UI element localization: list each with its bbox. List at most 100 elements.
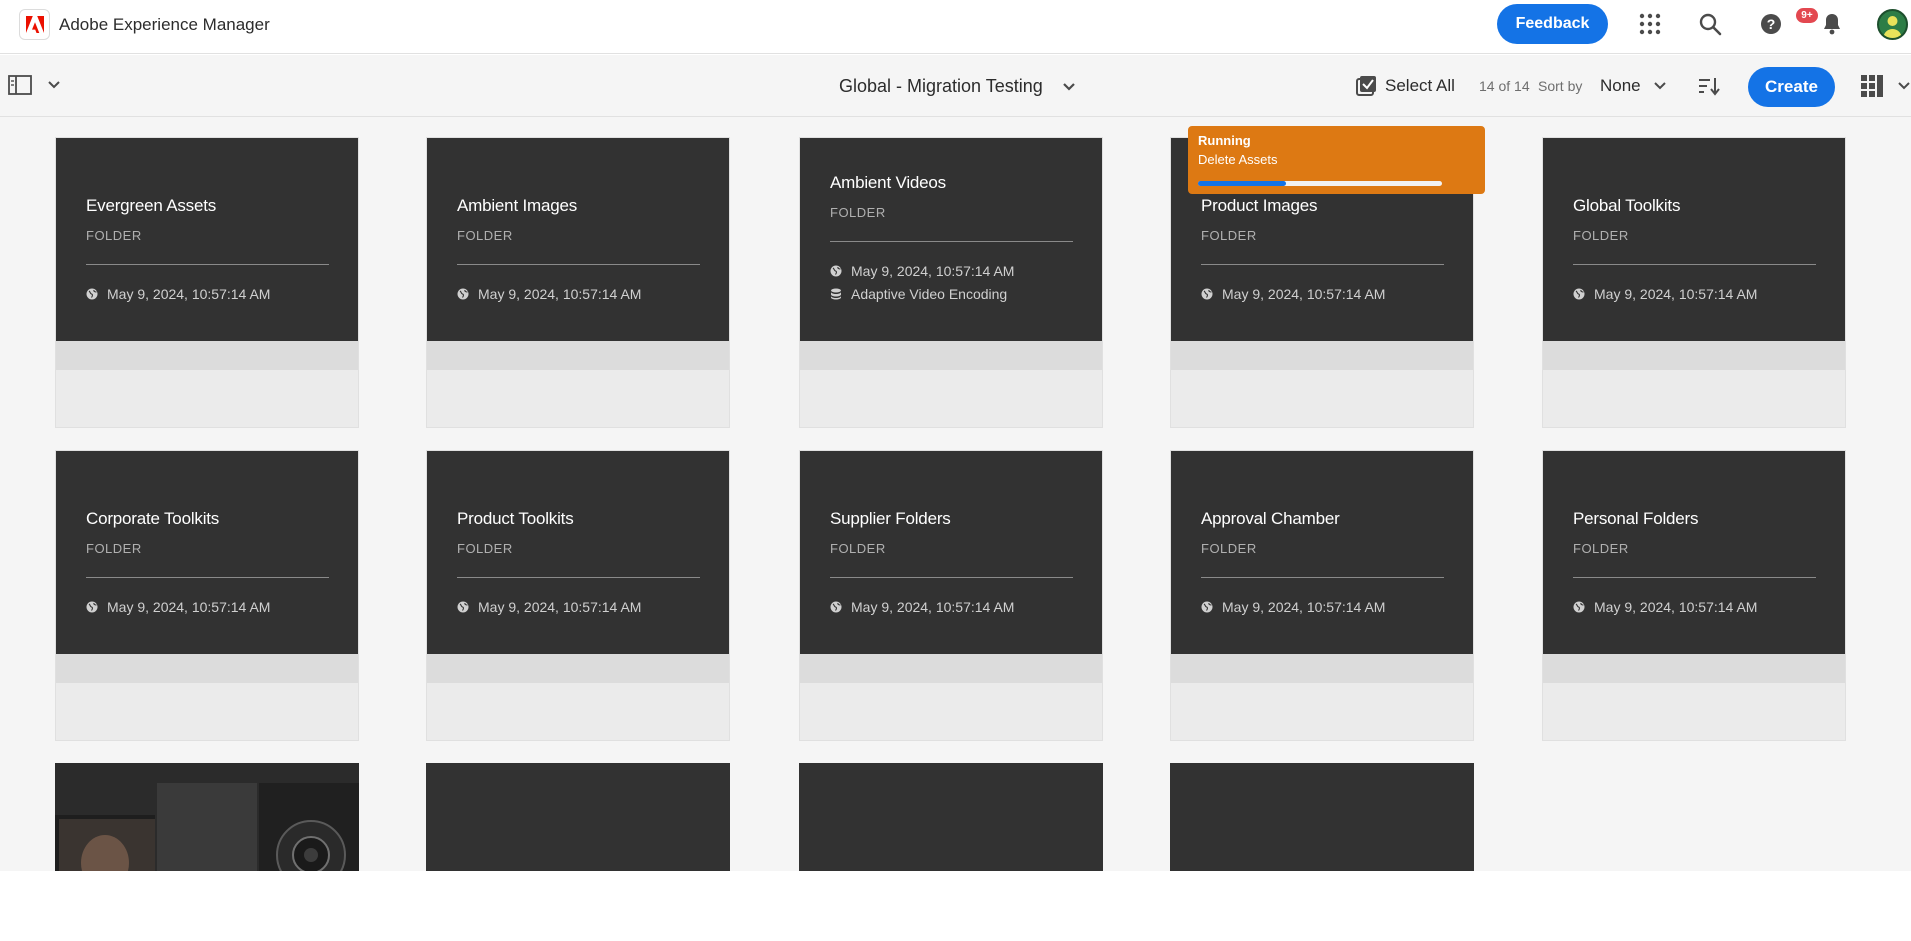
card-divider [86,264,329,265]
card-title[interactable]: Ambient Videos [830,173,946,193]
card-modified: May 9, 2024, 10:57:14 AM [830,599,1014,615]
folder-card[interactable]: Supplier Folders FOLDER May 9, 2024, 10:… [799,450,1103,741]
action-bar: Global - Migration Testing Select All 14… [0,55,1911,117]
card-thumbnail[interactable]: Global Toolkits FOLDER May 9, 2024, 10:5… [1543,138,1845,341]
card-thumbnail[interactable]: Supplier Folders FOLDER May 9, 2024, 10:… [800,451,1102,654]
globe-icon [86,601,98,613]
card-divider [1573,577,1816,578]
card-title[interactable]: Supplier Folders [830,509,951,529]
card-modified-text: May 9, 2024, 10:57:14 AM [107,286,271,302]
chevron-down-icon[interactable] [46,77,62,93]
folder-card[interactable]: Corporate Toolkits FOLDER May 9, 2024, 1… [55,450,359,741]
job-status-panel[interactable]: Running Delete Assets [1188,126,1485,194]
folder-card[interactable]: Ambient Images FOLDER May 9, 2024, 10:57… [426,137,730,428]
sort-order-icon[interactable] [1698,76,1720,96]
card-type: FOLDER [457,228,513,243]
card-footer [1543,341,1845,370]
job-progress-fill [1198,181,1286,186]
card-divider [1573,264,1816,265]
card-footer [427,341,729,370]
folder-card[interactable] [1170,763,1474,871]
card-type: FOLDER [830,541,886,556]
card-divider [1201,264,1444,265]
card-title[interactable]: Ambient Images [457,196,577,216]
chevron-down-icon[interactable] [1652,78,1668,94]
card-thumbnail[interactable]: Approval Chamber FOLDER May 9, 2024, 10:… [1171,451,1473,654]
globe-icon [1573,288,1585,300]
card-title[interactable]: Global Toolkits [1573,196,1680,216]
card-thumbnail[interactable]: Evergreen Assets FOLDER May 9, 2024, 10:… [56,138,358,341]
help-icon[interactable]: ? [1759,12,1783,36]
job-name: Delete Assets [1198,152,1278,167]
card-modified-text: May 9, 2024, 10:57:14 AM [851,263,1015,279]
card-type: FOLDER [1573,228,1629,243]
sort-by-label: Sort by [1538,78,1583,94]
card-modified-text: May 9, 2024, 10:57:14 AM [851,599,1015,615]
card-modified-text: May 9, 2024, 10:57:14 AM [1594,599,1758,615]
card-title[interactable]: Evergreen Assets [86,196,216,216]
card-footer [1543,654,1845,683]
card-footer [56,341,358,370]
card-divider [457,264,700,265]
globe-icon [830,601,842,613]
svg-text:?: ? [1767,16,1776,32]
globe-icon [830,265,842,277]
globe-icon [457,288,469,300]
folder-card[interactable]: Approval Chamber FOLDER May 9, 2024, 10:… [1170,450,1474,741]
card-profile-text: Adaptive Video Encoding [851,286,1008,302]
globe-icon [457,601,469,613]
item-count: 14 of 14 [1479,78,1530,94]
card-divider [1201,577,1444,578]
card-type: FOLDER [457,541,513,556]
globe-icon [1573,601,1585,613]
card-title[interactable]: Personal Folders [1573,509,1699,529]
card-divider [830,577,1073,578]
apps-grid-icon[interactable] [1638,12,1662,36]
card-thumbnail[interactable]: Product Toolkits FOLDER May 9, 2024, 10:… [427,451,729,654]
create-button[interactable]: Create [1748,67,1835,107]
user-avatar[interactable] [1877,9,1908,40]
folder-card[interactable]: Evergreen Assets FOLDER May 9, 2024, 10:… [55,137,359,428]
chevron-down-icon[interactable] [1060,78,1078,96]
card-thumbnail[interactable]: Personal Folders FOLDER May 9, 2024, 10:… [1543,451,1845,654]
folder-card[interactable]: Personal Folders FOLDER May 9, 2024, 10:… [1542,450,1846,741]
folder-card[interactable] [799,763,1103,871]
card-modified-text: May 9, 2024, 10:57:14 AM [1222,599,1386,615]
bell-icon[interactable] [1820,12,1844,36]
search-icon[interactable] [1698,12,1722,36]
card-title[interactable]: Approval Chamber [1201,509,1340,529]
notification-badge: 9+ [1796,8,1818,23]
card-thumbnail[interactable]: Ambient Videos FOLDER May 9, 2024, 10:57… [800,138,1102,341]
globe-icon [1201,601,1213,613]
card-view-icon[interactable] [1861,75,1883,97]
select-all-button[interactable]: Select All [1385,76,1455,96]
rail-toggle-icon[interactable] [8,75,32,95]
card-modified: May 9, 2024, 10:57:14 AM [1573,599,1757,615]
chevron-down-icon[interactable] [1897,78,1911,94]
card-modified: May 9, 2024, 10:57:14 AM [1201,599,1385,615]
feedback-button[interactable]: Feedback [1497,4,1608,44]
folder-card[interactable]: Product Toolkits FOLDER May 9, 2024, 10:… [426,450,730,741]
adobe-logo-icon[interactable] [19,9,50,40]
app-title[interactable]: Adobe Experience Manager [59,15,270,35]
card-title[interactable]: Corporate Toolkits [86,509,219,529]
card-modified: May 9, 2024, 10:57:14 AM [86,599,270,615]
card-modified: May 9, 2024, 10:57:14 AM [1573,286,1757,302]
image-card-thumbnail[interactable] [55,763,359,871]
card-thumbnail[interactable]: Ambient Images FOLDER May 9, 2024, 10:57… [427,138,729,341]
card-divider [457,577,700,578]
folder-card[interactable]: Ambient Videos FOLDER May 9, 2024, 10:57… [799,137,1103,428]
folder-card[interactable] [426,763,730,871]
card-modified-text: May 9, 2024, 10:57:14 AM [478,286,642,302]
card-title[interactable]: Product Images [1201,196,1317,216]
card-thumbnail[interactable]: Corporate Toolkits FOLDER May 9, 2024, 1… [56,451,358,654]
sort-select[interactable]: None [1600,76,1641,96]
folder-card[interactable]: Global Toolkits FOLDER May 9, 2024, 10:5… [1542,137,1846,428]
job-progress-bar [1198,181,1442,186]
card-type: FOLDER [1201,228,1257,243]
card-footer [800,341,1102,370]
select-all-icon[interactable] [1355,75,1377,97]
shell-header: Adobe Experience Manager Feedback ? 9+ [0,0,1911,54]
page-title[interactable]: Global - Migration Testing [839,76,1043,97]
card-title[interactable]: Product Toolkits [457,509,574,529]
